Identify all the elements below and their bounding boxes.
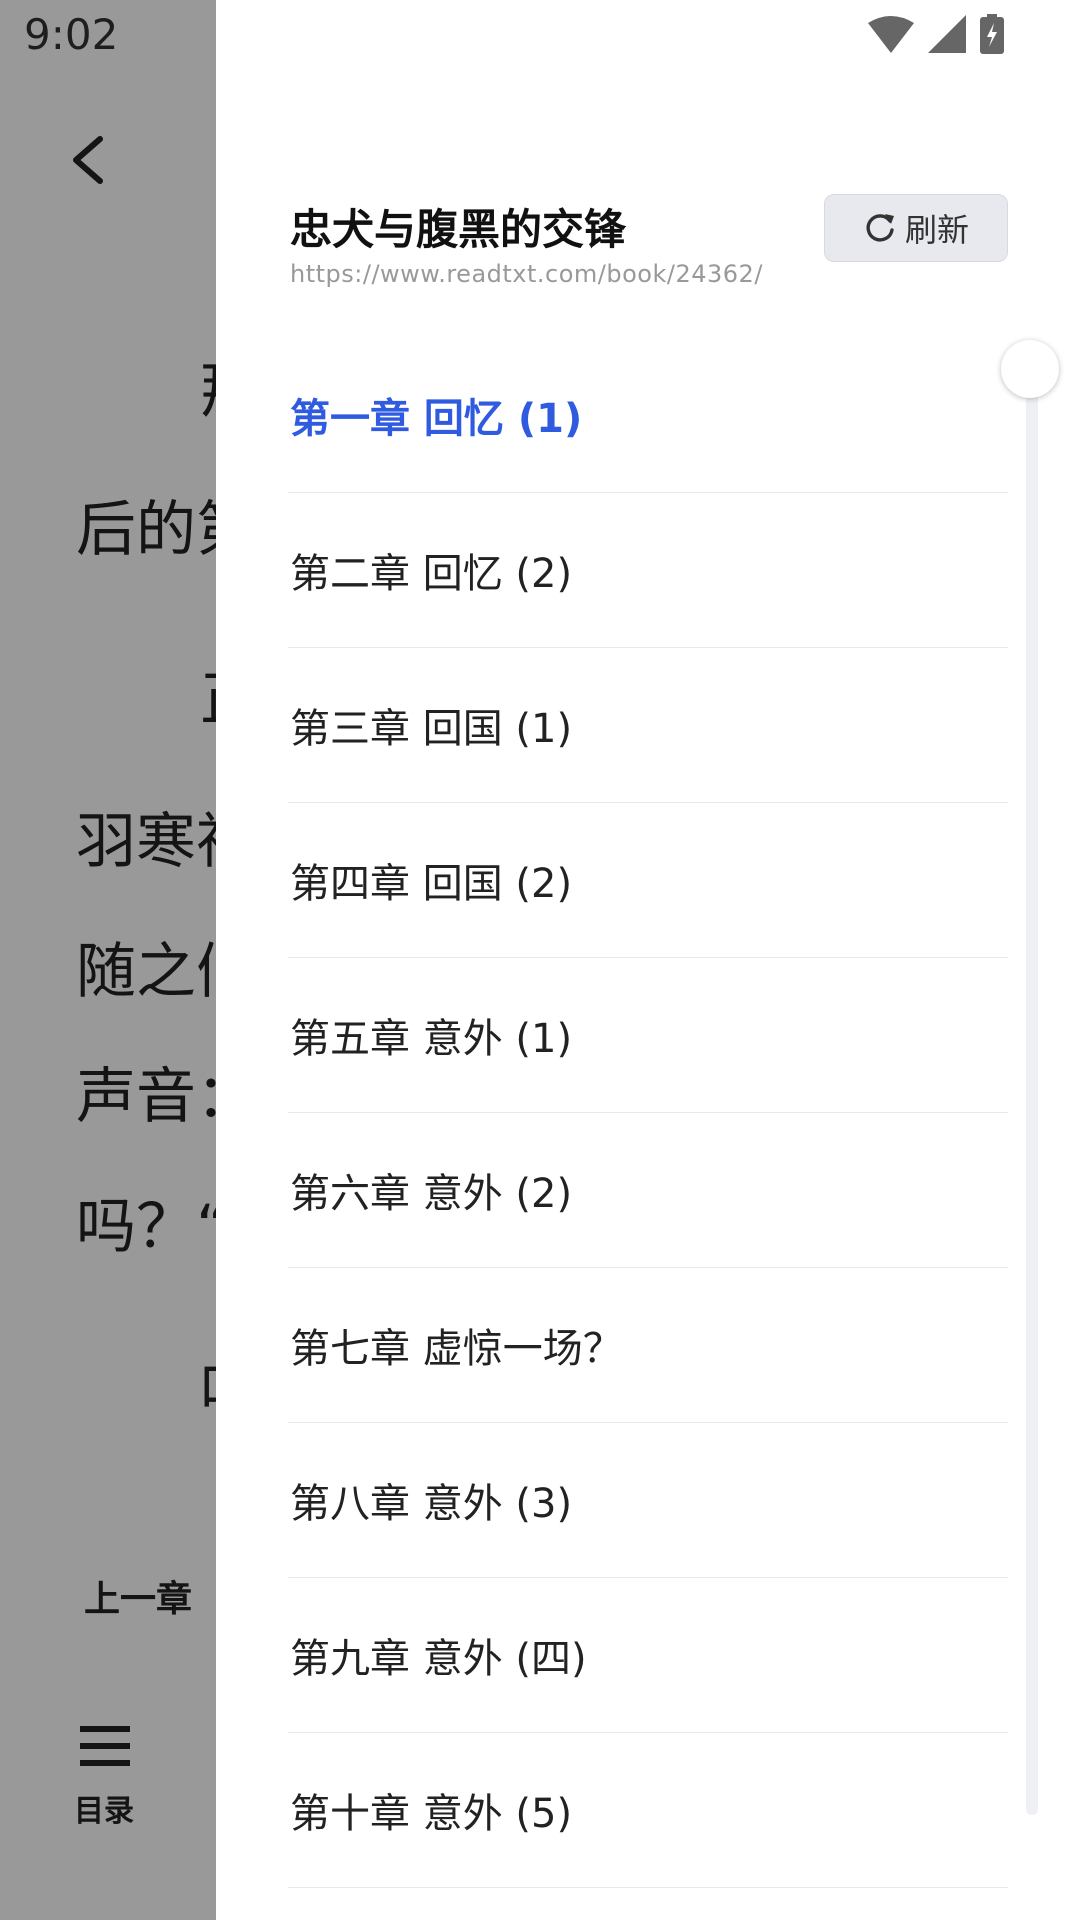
chapter-item[interactable]: 第三章 回国 (1): [288, 648, 1008, 803]
chapter-item[interactable]: 第一章 回忆 (1): [288, 338, 1008, 493]
book-url: https://www.readtxt.com/book/24362/: [290, 260, 763, 288]
refresh-button[interactable]: 刷新: [824, 194, 1008, 262]
chapter-item[interactable]: 第十章 意外 (5): [288, 1733, 1008, 1888]
chapter-item[interactable]: 第七章 虚惊一场？: [288, 1268, 1008, 1423]
chapter-item[interactable]: 第六章 意外 (2): [288, 1113, 1008, 1268]
chapter-item[interactable]: 第二章 回忆 (2): [288, 493, 1008, 648]
refresh-label: 刷新: [904, 211, 969, 249]
wifi-icon: [868, 16, 914, 53]
chapter-item[interactable]: 第五章 意外 (1): [288, 958, 1008, 1113]
chapter-item[interactable]: 第四章 回国 (2): [288, 803, 1008, 958]
battery-icon: [980, 14, 1004, 54]
scrollbar-track[interactable]: [1026, 375, 1038, 1815]
chapter-item[interactable]: 第九章 意外 (四): [288, 1578, 1008, 1733]
status-icons: [868, 14, 1004, 54]
chapter-drawer: 忠犬与腹黑的交锋 https://www.readtxt.com/book/24…: [216, 0, 1080, 1920]
book-title: 忠犬与腹黑的交锋: [290, 205, 627, 254]
refresh-icon: [866, 214, 894, 242]
scrollbar-thumb[interactable]: [1001, 340, 1059, 398]
chapter-item[interactable]: 第八章 意外 (3): [288, 1423, 1008, 1578]
signal-icon: [928, 15, 966, 53]
chapter-list: 第一章 回忆 (1) 第二章 回忆 (2) 第三章 回国 (1) 第四章 回国 …: [288, 338, 1008, 1888]
